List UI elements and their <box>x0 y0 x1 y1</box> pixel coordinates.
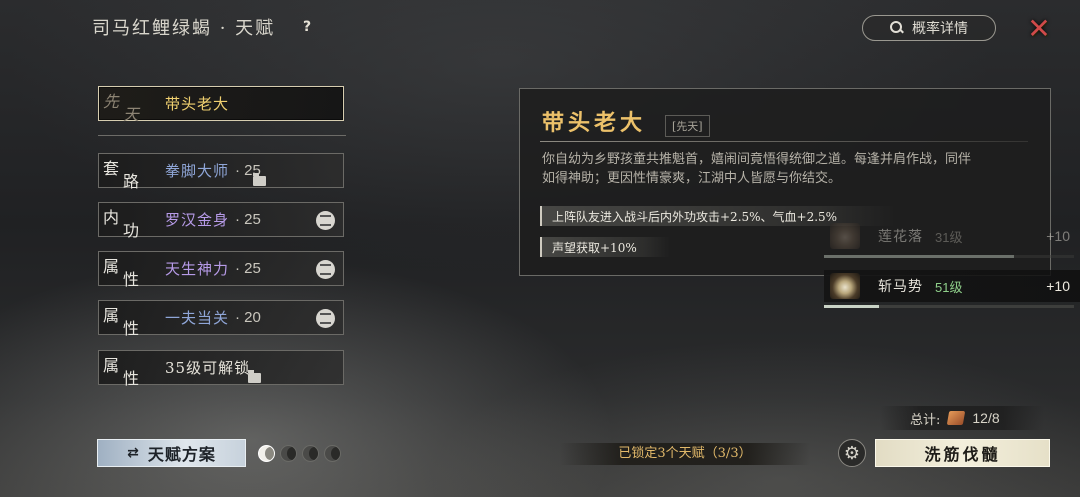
talent-name: 带头老大 <box>165 95 230 113</box>
skill-icon <box>830 273 860 299</box>
settings-button[interactable]: ⚙ <box>838 439 866 467</box>
lock-toggle-icon[interactable] <box>316 309 335 328</box>
folder-icon <box>252 172 266 186</box>
detail-title: 带头老大 <box>542 110 647 136</box>
talent-level: · 20 <box>235 309 261 326</box>
skill-progress-bar <box>824 305 1074 308</box>
talent-category-badge: 属 性 <box>103 356 140 388</box>
talent-category-badge: 属 性 <box>103 306 140 338</box>
skill-row[interactable]: 斩马势 51级 +10 <box>824 270 1080 308</box>
skill-row[interactable]: 莲花落 31级 +10 <box>824 220 1080 258</box>
scheme-dot[interactable] <box>302 445 319 462</box>
detail-description: 你自幼为乡野孩童共推魁首，嬉闹间竟悟得统御之道。每逢并肩作战，同伴如得神助；更因… <box>542 152 972 186</box>
skill-bonus: +10 <box>1046 228 1070 244</box>
probability-details-button[interactable]: 概率详情 <box>862 15 996 41</box>
scheme-dots <box>258 445 341 462</box>
talent-name: 天生神力 <box>165 260 230 278</box>
probability-details-label: 概率详情 <box>912 21 968 37</box>
detail-tag: [先天] <box>665 115 710 137</box>
talent-slot-3[interactable]: 属 性 天生神力 · 25 <box>98 251 344 289</box>
talent-slot-5[interactable]: 属 性 35级可解锁 <box>98 350 344 388</box>
talent-scheme-button[interactable]: ⇄ 天赋方案 <box>97 439 246 467</box>
talent-name: 拳脚大师 <box>165 162 230 180</box>
divider <box>98 135 346 136</box>
talent-slot-4[interactable]: 属 性 一夫当关 · 20 <box>98 300 344 338</box>
talent-category-badge: 属 性 <box>103 257 140 289</box>
resource-icon <box>947 411 966 425</box>
close-button[interactable]: ✕ <box>1022 11 1056 45</box>
talent-name: 罗汉金身 <box>165 211 230 229</box>
scheme-dot[interactable] <box>280 445 297 462</box>
lock-toggle-icon[interactable] <box>316 211 335 230</box>
talent-category-badge: 套 路 <box>103 159 140 191</box>
page-title: 司马红鲤绿蝎 · 天赋 <box>92 18 276 39</box>
lock-toggle-icon[interactable] <box>316 260 335 279</box>
talent-category-badge: 内 功 <box>103 208 140 240</box>
talent-scheme-label: 天赋方案 <box>147 445 216 464</box>
talent-level: · 25 <box>235 211 261 228</box>
folder-icon <box>248 369 262 383</box>
talent-name: 35级可解锁 <box>165 359 251 377</box>
talent-slot-2[interactable]: 内 功 罗汉金身 · 25 <box>98 202 344 240</box>
help-icon[interactable]: ? <box>303 19 311 35</box>
skill-icon <box>830 223 860 249</box>
total-label: 总计: <box>910 412 941 428</box>
gear-icon: ⚙ <box>843 442 861 464</box>
talent-slot-innate[interactable]: 先 天 带头老大 <box>98 86 344 124</box>
total-cost: 总计: 12/8 <box>880 406 1044 430</box>
search-icon <box>890 21 904 35</box>
skill-name: 莲花落 <box>878 229 923 245</box>
close-icon: ✕ <box>1027 11 1051 45</box>
total-value: 12/8 <box>972 410 1000 426</box>
locked-status: 已锁定3个天赋（3/3） <box>560 443 810 465</box>
skill-name: 斩马势 <box>878 279 923 295</box>
swap-icon: ⇄ <box>127 445 140 461</box>
skill-bonus: +10 <box>1046 278 1070 294</box>
skill-level: 51级 <box>935 279 963 295</box>
skill-progress-bar <box>824 255 1074 258</box>
talent-name: 一夫当关 <box>165 309 230 327</box>
scheme-dot[interactable] <box>324 445 341 462</box>
talent-level: · 25 <box>235 260 261 277</box>
wash-meridians-button[interactable]: 洗筋伐髓 <box>875 439 1050 467</box>
talent-category-badge: 先 天 <box>103 92 140 124</box>
talent-slot-1[interactable]: 套 路 拳脚大师 · 25 <box>98 153 344 191</box>
scheme-dot[interactable] <box>258 445 275 462</box>
skill-level: 31级 <box>935 229 963 245</box>
divider <box>540 141 1028 142</box>
effect-line: 声望获取+10% <box>540 237 670 257</box>
